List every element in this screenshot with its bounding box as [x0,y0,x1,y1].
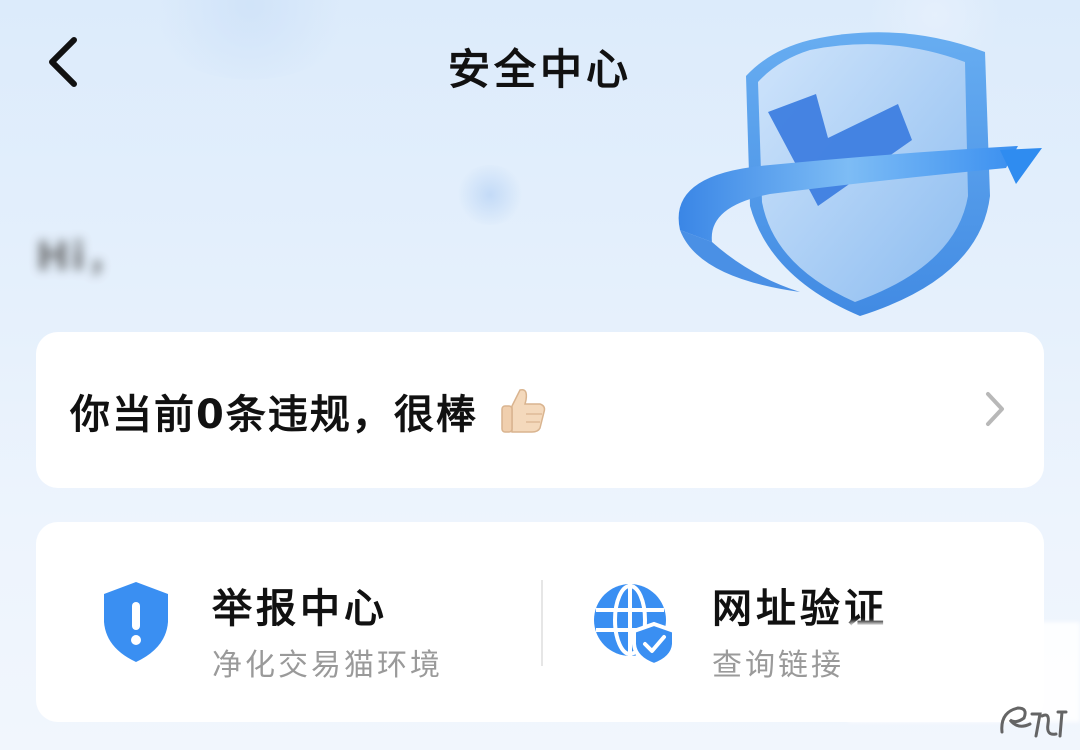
user-greeting: Hi， [36,234,289,280]
violation-status-text: 你当前0条违规，很棒 [70,392,478,438]
background-glow [455,165,525,225]
globe-shield-icon [594,584,676,666]
thumbs-up-icon [501,388,546,433]
report-center-button[interactable]: 举报中心 净化交易猫环境 [36,522,526,722]
url-verify-subtitle: 查询链接 [712,648,844,683]
violation-status: 你当前0条违规，很棒 [70,382,548,440]
shield-check-icon [678,32,1042,317]
violation-status-card[interactable]: 你当前0条违规，很棒 [36,332,1044,488]
report-center-title: 举报中心 [212,586,388,632]
shield-alert-icon [104,582,168,662]
report-center-subtitle: 净化交易猫环境 [212,648,443,683]
watermark-logo-icon [1000,706,1068,738]
chevron-right-icon [986,392,1004,426]
divider [541,580,543,666]
